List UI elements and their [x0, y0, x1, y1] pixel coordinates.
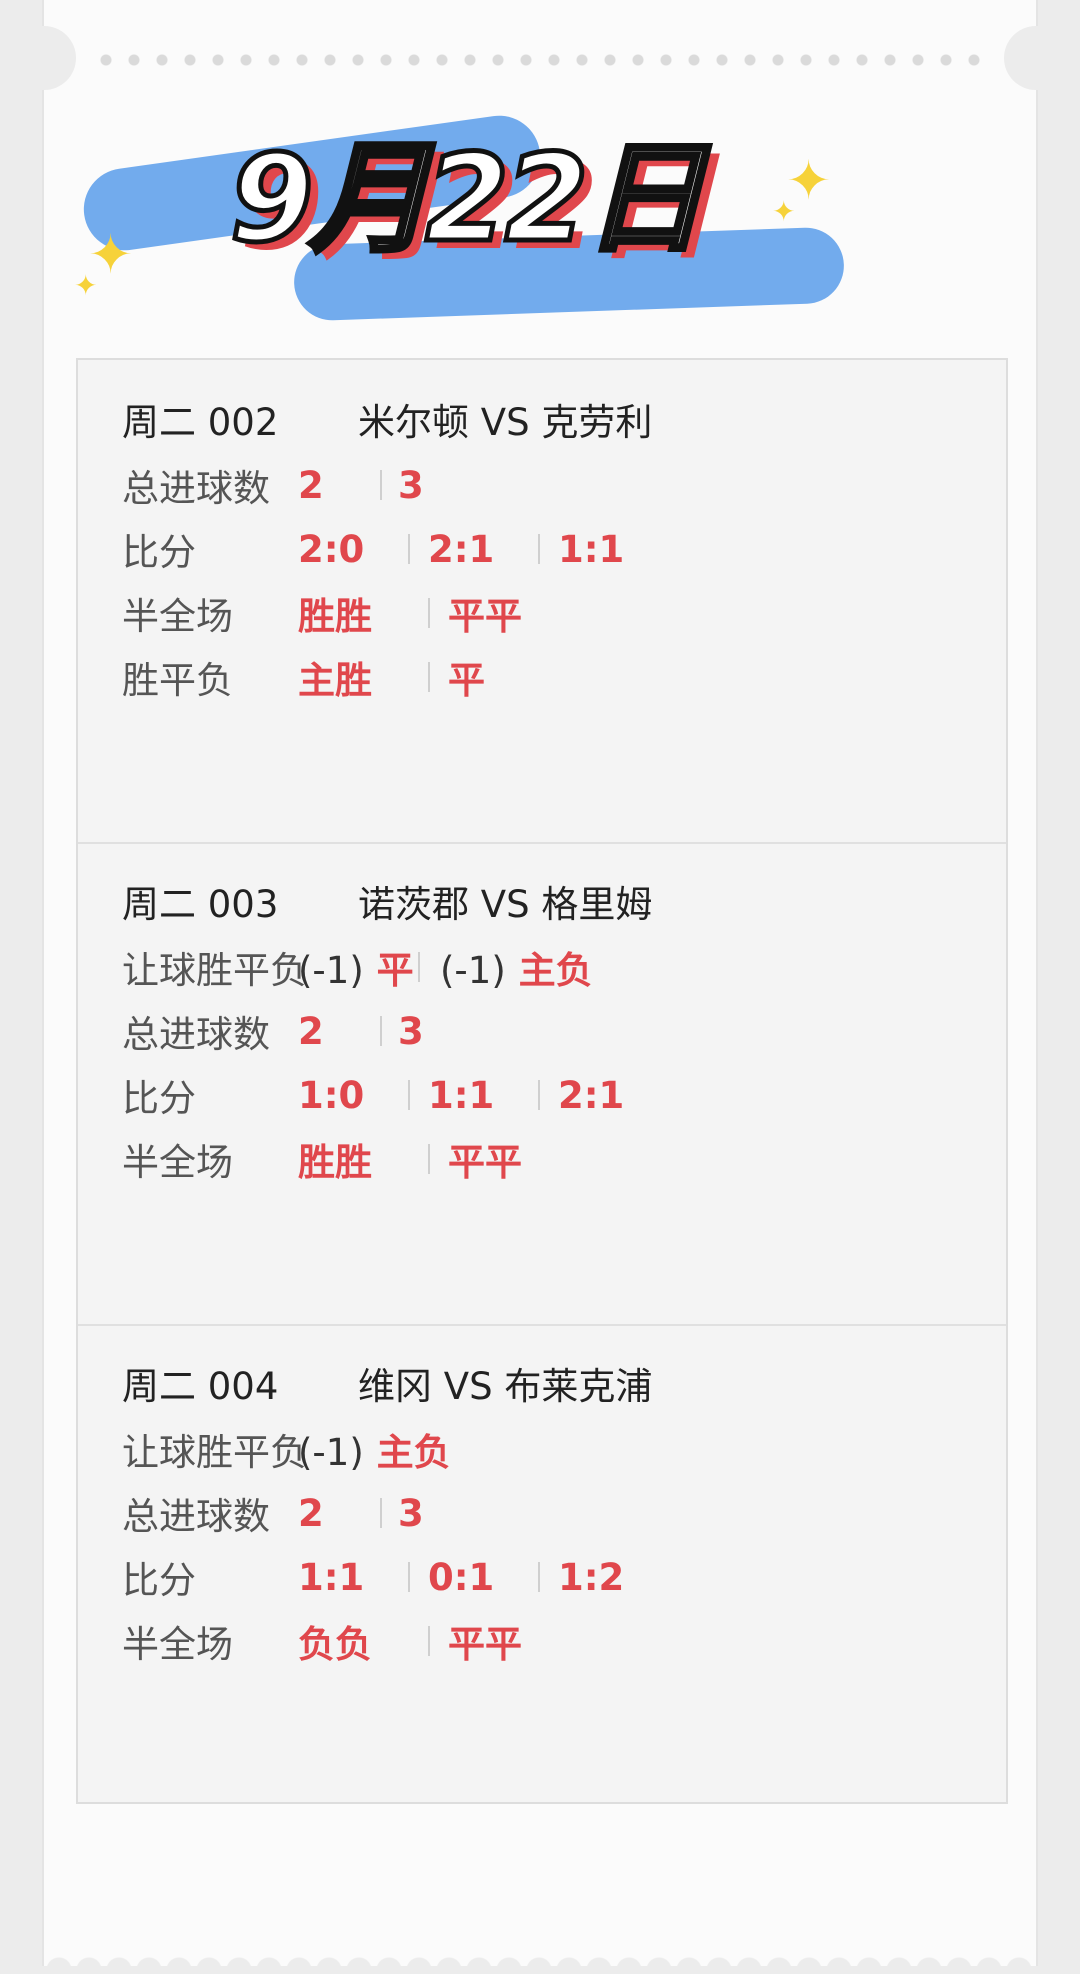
prediction-value: (-1) 平: [298, 940, 414, 994]
value-separator: [428, 662, 430, 692]
prediction-value: 3: [398, 463, 424, 507]
prediction-row: 半全场 负负 平平: [122, 1616, 986, 1666]
prediction-value: 1:2: [558, 1555, 625, 1599]
prediction-row: 让球胜平负 (-1) 主负: [122, 1424, 986, 1474]
prediction-value: 平: [448, 659, 485, 702]
match-block: 周二 004 维冈 VS 布莱克浦 让球胜平负 (-1) 主负 总进球数 2 3…: [78, 1324, 1006, 1804]
value-separator: [538, 534, 540, 564]
ticket-notch-right: [1004, 26, 1068, 90]
prediction-row: 比分 1:1 0:1 1:2: [122, 1552, 986, 1603]
prediction-value: 3: [398, 1491, 424, 1535]
value-separator: [538, 1080, 540, 1110]
value-separator: [428, 1144, 430, 1174]
prediction-value: 1:1: [558, 527, 625, 571]
row-label: 总进球数: [122, 467, 270, 510]
sparkle-icon: ✦: [74, 269, 98, 302]
prediction-value: 1:0: [298, 1073, 365, 1117]
handicap-text: (-1): [298, 949, 364, 992]
row-label: 半全场: [122, 1141, 233, 1184]
prediction-value: (-1) 主负: [440, 940, 593, 994]
prediction-value: 平平: [448, 1623, 522, 1666]
row-label: 半全场: [122, 1623, 233, 1666]
prediction-value: 1:1: [298, 1555, 365, 1599]
prediction-value: 2:1: [558, 1073, 625, 1117]
prediction-row: 总进球数 2 3: [122, 460, 986, 511]
prediction-value: 2:0: [298, 527, 365, 571]
match-header: 周二 002 米尔顿 VS 克劳利: [122, 394, 986, 444]
value-separator: [418, 952, 420, 982]
prediction-row: 总进球数 2 3: [122, 1488, 986, 1539]
prediction-row: 半全场 胜胜 平平: [122, 588, 986, 638]
row-label: 比分: [122, 1077, 196, 1120]
prediction-value: 胜胜: [298, 1141, 372, 1184]
prediction-row: 比分 1:0 1:1 2:1: [122, 1070, 986, 1121]
prediction-value: 2:1: [428, 527, 495, 571]
sparkle-icon: ✦: [772, 195, 796, 228]
value-separator: [380, 470, 382, 500]
match-code: 周二 002: [122, 401, 279, 444]
prediction-row: 胜平负 主胜 平: [122, 652, 986, 702]
prediction-value-text: 主负: [376, 1431, 451, 1474]
row-label: 总进球数: [122, 1495, 270, 1538]
match-teams: 米尔顿 VS 克劳利: [358, 401, 653, 444]
prediction-value: 0:1: [428, 1555, 495, 1599]
prediction-value-text: 主负: [518, 949, 593, 992]
row-label: 比分: [122, 1559, 196, 1602]
prediction-value: (-1) 主负: [298, 1422, 451, 1476]
prediction-row: 总进球数 2 3: [122, 1006, 986, 1057]
value-separator: [538, 1562, 540, 1592]
match-block: 周二 003 诺茨郡 VS 格里姆 让球胜平负 (-1) 平 (-1) 主负 总…: [78, 842, 1006, 1324]
matches-card: 周二 002 米尔顿 VS 克劳利 总进球数 2 3 比分 2:0 2:1 1:…: [76, 358, 1008, 1804]
perforation-dots: [92, 54, 988, 66]
value-separator: [380, 1016, 382, 1046]
row-label: 半全场: [122, 595, 233, 638]
match-code: 周二 004: [122, 1365, 279, 1408]
row-label: 让球胜平负: [122, 1431, 307, 1474]
match-header: 周二 004 维冈 VS 布莱克浦: [122, 1358, 986, 1408]
ticket-background: ✦ ✦ ✦ ✦ 9月22日 周二 002 米尔顿 VS 克劳利 总进球数 2 3…: [12, 0, 1068, 1970]
prediction-row: 让球胜平负 (-1) 平 (-1) 主负: [122, 942, 986, 992]
prediction-row: 半全场 胜胜 平平: [122, 1134, 986, 1184]
ticket-scallop-edge: [44, 1944, 1036, 1970]
value-separator: [408, 534, 410, 564]
value-separator: [428, 1626, 430, 1656]
prediction-value: 2: [298, 1009, 324, 1053]
prediction-value: 负负: [298, 1623, 372, 1666]
value-separator: [408, 1562, 410, 1592]
ticket-notch-left: [12, 26, 76, 90]
prediction-value: 胜胜: [298, 595, 372, 638]
prediction-value: 平平: [448, 595, 522, 638]
prediction-value: 主胜: [298, 659, 372, 702]
prediction-value: 1:1: [428, 1073, 495, 1117]
date-header: ✦ ✦ ✦ ✦ 9月22日: [44, 90, 1036, 350]
row-label: 比分: [122, 531, 196, 574]
handicap-text: (-1): [298, 1431, 364, 1474]
prediction-value-text: 平: [376, 949, 414, 992]
value-separator: [408, 1080, 410, 1110]
date-title: 9月22日: [228, 130, 707, 269]
prediction-value: 2: [298, 1491, 324, 1535]
handicap-text: (-1): [440, 949, 506, 992]
value-separator: [380, 1498, 382, 1528]
match-teams: 诺茨郡 VS 格里姆: [358, 883, 653, 926]
row-label: 让球胜平负: [122, 949, 307, 992]
prediction-value: 3: [398, 1009, 424, 1053]
prediction-value: 2: [298, 463, 324, 507]
row-label: 总进球数: [122, 1013, 270, 1056]
match-teams: 维冈 VS 布莱克浦: [358, 1365, 653, 1408]
value-separator: [428, 598, 430, 628]
prediction-value: 平平: [448, 1141, 522, 1184]
row-label: 胜平负: [122, 659, 233, 702]
match-code: 周二 003: [122, 883, 279, 926]
match-block: 周二 002 米尔顿 VS 克劳利 总进球数 2 3 比分 2:0 2:1 1:…: [78, 360, 1006, 842]
prediction-row: 比分 2:0 2:1 1:1: [122, 524, 986, 575]
match-header: 周二 003 诺茨郡 VS 格里姆: [122, 876, 986, 926]
